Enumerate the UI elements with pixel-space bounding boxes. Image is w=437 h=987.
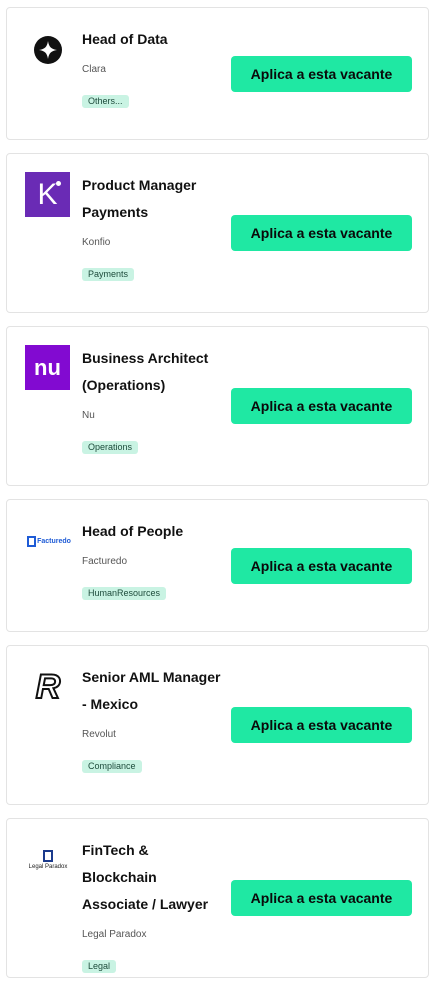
- category-tag: Others...: [82, 95, 129, 108]
- job-card: R Senior AML Manager - Mexico Revolut Co…: [6, 645, 429, 805]
- job-title[interactable]: Product Manager Payments: [82, 172, 222, 226]
- konfio-k-icon: K: [37, 177, 58, 211]
- legal-paradox-logo: Legal Paradox: [25, 837, 71, 883]
- revolut-r-icon: R: [35, 667, 62, 707]
- clara-logo: [25, 27, 71, 73]
- job-title[interactable]: Head of People: [82, 518, 222, 545]
- job-card: Legal Paradox FinTech & Blockchain Assoc…: [6, 818, 429, 978]
- apply-button[interactable]: Aplica a esta vacante: [231, 880, 412, 916]
- company-name: Legal Paradox: [82, 929, 147, 940]
- company-name: Nu: [82, 410, 95, 421]
- job-info: FinTech & Blockchain Associate / Lawyer …: [82, 837, 222, 974]
- category-tag: Legal: [82, 960, 117, 973]
- job-info: Head of Data Clara Others...: [82, 26, 222, 109]
- job-title[interactable]: Head of Data: [82, 26, 222, 53]
- job-card: nu Business Architect (Operations) Nu Op…: [6, 326, 429, 486]
- job-info: Head of People Facturedo HumanResources: [82, 518, 222, 601]
- job-info: Product Manager Payments Konfio Payments: [82, 172, 222, 282]
- apply-button[interactable]: Aplica a esta vacante: [231, 548, 412, 584]
- job-title[interactable]: Senior AML Manager - Mexico: [82, 664, 222, 718]
- nu-logo: nu: [25, 345, 70, 390]
- category-tag: Operations: [82, 441, 139, 454]
- job-info: Senior AML Manager - Mexico Revolut Comp…: [82, 664, 222, 774]
- revolut-logo: R: [25, 664, 71, 710]
- company-name: Revolut: [82, 729, 116, 740]
- apply-button[interactable]: Aplica a esta vacante: [231, 388, 412, 424]
- job-title[interactable]: FinTech & Blockchain Associate / Lawyer: [82, 837, 222, 918]
- category-tag: HumanResources: [82, 587, 167, 600]
- company-name: Konfio: [82, 237, 111, 248]
- category-tag: Payments: [82, 268, 135, 281]
- konfio-logo: K: [25, 172, 70, 217]
- apply-button[interactable]: Aplica a esta vacante: [231, 215, 412, 251]
- job-card: Facturedo Head of People Facturedo Human…: [6, 499, 429, 632]
- company-name: Facturedo: [82, 556, 128, 567]
- facturedo-wordmark: Facturedo: [37, 537, 71, 545]
- konfio-dot-icon: [56, 181, 61, 186]
- clara-star-icon: [34, 36, 62, 64]
- job-info: Business Architect (Operations) Nu Opera…: [82, 345, 222, 455]
- legal-paradox-mark-icon: [43, 850, 53, 862]
- category-tag: Compliance: [82, 760, 142, 773]
- job-title[interactable]: Business Architect (Operations): [82, 345, 222, 399]
- facturedo-f-icon: [27, 535, 37, 547]
- facturedo-logo: Facturedo: [25, 518, 73, 564]
- company-name: Clara: [82, 64, 106, 75]
- job-card: Head of Data Clara Others... Aplica a es…: [6, 7, 429, 140]
- job-card: K Product Manager Payments Konfio Paymen…: [6, 153, 429, 313]
- apply-button[interactable]: Aplica a esta vacante: [231, 707, 412, 743]
- legal-paradox-wordmark: Legal Paradox: [28, 864, 68, 870]
- apply-button[interactable]: Aplica a esta vacante: [231, 56, 412, 92]
- nu-icon: nu: [34, 354, 61, 380]
